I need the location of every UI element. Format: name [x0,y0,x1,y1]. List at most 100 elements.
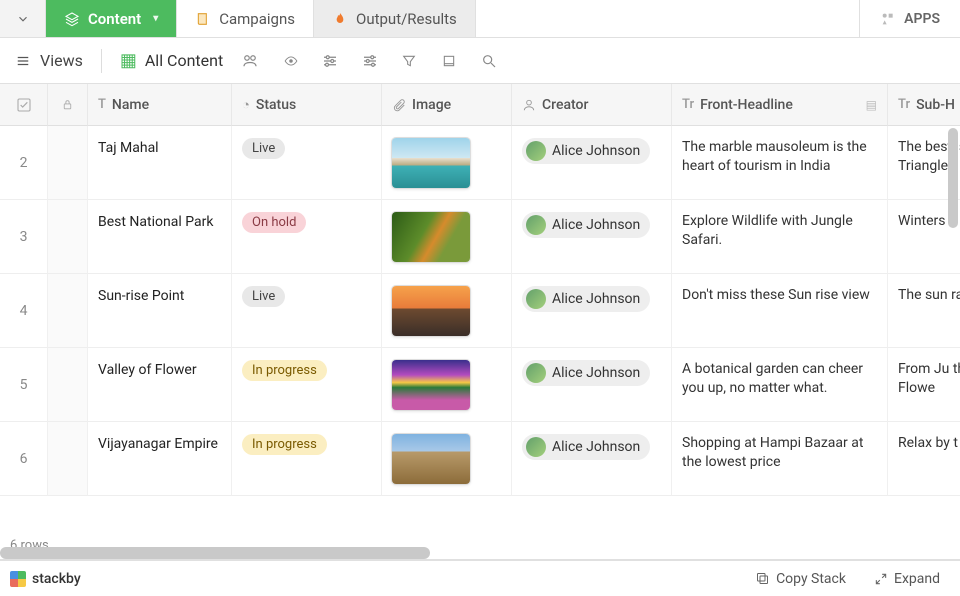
cell-image[interactable] [382,422,512,496]
tab-campaigns[interactable]: Campaigns [177,0,314,37]
cell-status[interactable]: Live [232,126,382,200]
top-tab-bar: Content ▾ Campaigns Output/Results APPS [0,0,960,38]
creator-chip[interactable]: Alice Johnson [522,138,650,164]
col-front-headline[interactable]: Tr Front-Headline ▤ [672,84,888,126]
cell-creator[interactable]: Alice Johnson [512,126,672,200]
row-lock-cell [48,274,88,348]
avatar-icon [526,141,546,161]
creator-chip[interactable]: Alice Johnson [522,434,650,460]
stackby-logo-icon [10,571,26,587]
cell-front[interactable]: A botanical garden can cheer you up, no … [672,348,888,422]
checkbox-icon [16,97,32,113]
col-sub-label: Sub-H [916,97,955,113]
cell-creator[interactable]: Alice Johnson [512,274,672,348]
col-checkbox[interactable] [0,84,48,126]
sort-icon[interactable] [361,52,383,70]
col-status[interactable]: ◔ Status [232,84,382,126]
user-icon [522,98,536,112]
cell-front[interactable]: Shopping at Hampi Bazaar at the lowest p… [672,422,888,496]
apps-button[interactable]: APPS [859,0,960,37]
cell-name-wrap[interactable]: Valley of Flower [88,348,232,422]
image-thumbnail[interactable] [392,360,470,410]
cell-name: Taj Mahal [98,140,159,156]
caret-down-icon: ▾ [153,13,158,24]
cell-status[interactable]: Live [232,274,382,348]
cell-status[interactable]: On hold [232,200,382,274]
tab-content[interactable]: Content ▾ [46,0,177,37]
front-headline-text: Shopping at Hampi Bazaar at the lowest p… [682,434,877,472]
status-pill: Live [242,138,285,159]
creator-chip[interactable]: Alice Johnson [522,360,650,386]
cell-creator[interactable]: Alice Johnson [512,348,672,422]
creator-chip[interactable]: Alice Johnson [522,212,650,238]
image-thumbnail[interactable] [392,434,470,484]
shapes-icon [880,11,896,27]
status-pill: Live [242,286,285,307]
back-chevron-button[interactable] [0,0,46,37]
tab-output[interactable]: Output/Results [314,0,476,37]
bottom-bar: stackby Copy Stack Expand [0,560,960,596]
expand-label: Expand [894,571,940,587]
cell-front[interactable]: Explore Wildlife with Jungle Safari. [672,200,888,274]
cell-name-wrap[interactable]: Vijayanagar Empire [88,422,232,496]
cell-image[interactable] [382,200,512,274]
avatar-icon [526,363,546,383]
col-image[interactable]: Image [382,84,512,126]
col-status-label: Status [256,97,296,113]
column-menu-icon[interactable]: ▤ [866,98,877,112]
brand-logo[interactable]: stackby [10,571,81,587]
cell-sub[interactable]: From Ju the best of Flowe [888,348,960,422]
cell-status[interactable]: In progress [232,348,382,422]
cell-sub[interactable]: Relax by t Sanapur [888,422,960,496]
cell-creator[interactable]: Alice Johnson [512,200,672,274]
row-height-icon[interactable] [441,53,463,69]
front-headline-text: The marble mausoleum is the heart of tou… [682,138,877,176]
col-sub-h[interactable]: Tr Sub-H [888,84,960,126]
cell-creator[interactable]: Alice Johnson [512,422,672,496]
share-icon[interactable] [241,52,263,70]
toolbar-divider [101,49,102,73]
cell-image[interactable] [382,274,512,348]
tab-content-label: Content [88,10,141,28]
sub-h-text: The sun rays are [898,286,960,305]
cell-image[interactable] [382,348,512,422]
creator-name: Alice Johnson [552,291,640,307]
vertical-scrollbar[interactable] [948,128,958,228]
expand-button[interactable]: Expand [864,567,950,591]
creator-chip[interactable]: Alice Johnson [522,286,650,312]
flame-icon [332,11,348,27]
row-number: 3 [0,200,48,274]
cell-sub[interactable]: The sun rays are [888,274,960,348]
horizontal-scrollbar[interactable] [0,545,960,559]
image-thumbnail[interactable] [392,212,470,262]
cell-front[interactable]: The marble mausoleum is the heart of tou… [672,126,888,200]
copy-stack-button[interactable]: Copy Stack [745,567,856,591]
views-label: Views [40,51,83,70]
cell-image[interactable] [382,126,512,200]
cell-front[interactable]: Don't miss these Sun rise view [672,274,888,348]
cell-name-wrap[interactable]: Sun-rise Point [88,274,232,348]
tab-campaigns-label: Campaigns [219,10,295,28]
row-lock-cell [48,200,88,274]
search-icon[interactable] [481,53,503,69]
view-picker[interactable]: ▦ All Content [120,50,223,71]
copy-stack-label: Copy Stack [776,571,846,587]
tab-output-label: Output/Results [356,10,457,28]
row-lock-cell [48,348,88,422]
filter-sliders-icon[interactable] [321,52,343,70]
image-thumbnail[interactable] [392,138,470,188]
status-pill: On hold [242,212,306,233]
cell-status[interactable]: In progress [232,422,382,496]
cell-name-wrap[interactable]: Taj Mahal [88,126,232,200]
creator-name: Alice Johnson [552,365,640,381]
text-type-icon: T [98,97,106,112]
image-thumbnail[interactable] [392,286,470,336]
col-name[interactable]: T Name [88,84,232,126]
cell-name: Vijayanagar Empire [98,436,218,452]
funnel-icon[interactable] [401,53,423,69]
views-menu[interactable]: Views [14,51,83,70]
view-name: All Content [145,51,223,70]
cell-name-wrap[interactable]: Best National Park [88,200,232,274]
visibility-icon[interactable] [281,54,303,68]
col-creator[interactable]: Creator [512,84,672,126]
